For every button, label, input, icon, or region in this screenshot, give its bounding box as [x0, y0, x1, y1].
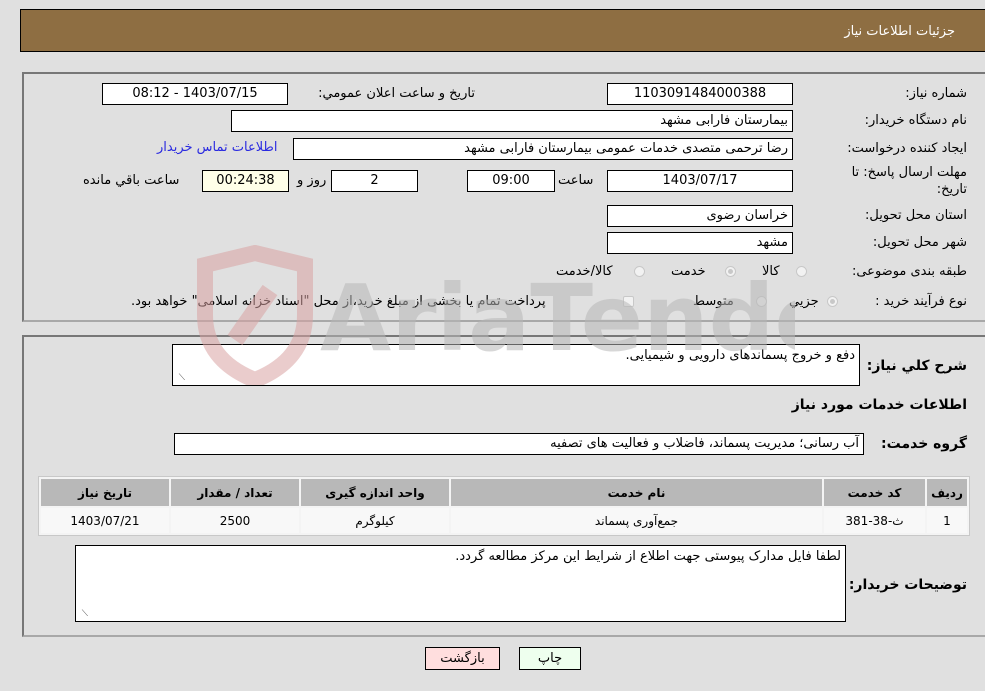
process-radio-minor[interactable] [827, 296, 838, 307]
cell-quantity: 2500 [171, 508, 299, 533]
remaining-time-field: 00:24:38 [202, 170, 289, 192]
resize-handle-icon[interactable]: ⟋ [176, 374, 185, 383]
header-quantity: تعداد / مقدار [171, 479, 299, 506]
cell-need-date: 1403/07/21 [41, 508, 169, 533]
process-type-label: نوع فرآيند خريد : [875, 294, 967, 309]
days-label: روز و [297, 173, 327, 188]
header-row-number: رديف [927, 479, 967, 506]
header-service-code: کد خدمت [824, 479, 925, 506]
city-label: شهر محل تحويل: [872, 235, 967, 250]
deadline-time-label: ساعت [558, 173, 594, 188]
cell-service-name: جمع‌آوری پسماند [451, 508, 822, 533]
remaining-time-label: ساعت باقي مانده [83, 173, 180, 188]
services-table: رديف کد خدمت نام خدمت واحد اندازه گيری ت… [38, 476, 970, 536]
resize-handle-icon[interactable]: ⟋ [79, 610, 88, 619]
process-option-minor: جزيي [789, 294, 819, 309]
buyer-org-label: نام دستگاه خريدار: [864, 113, 967, 128]
print-button[interactable]: چاپ [519, 647, 581, 670]
buyer-notes-textarea[interactable]: لطفا فایل مدارک پیوستی جهت اطلاع از شرای… [75, 545, 846, 622]
buyer-contact-link[interactable]: اطلاعات تماس خريدار [157, 140, 277, 155]
buyer-org-field: بیمارستان فارابی مشهد [231, 110, 793, 132]
process-option-medium: متوسط [693, 294, 734, 309]
header-need-date: تاريخ نياز [41, 479, 169, 506]
header-service-name: نام خدمت [451, 479, 822, 506]
page-title: جزئیات اطلاعات نیاز [844, 24, 955, 39]
table-row: 1 ث-38-381 جمع‌آوری پسماند کیلوگرم 2500 … [41, 508, 967, 533]
city-field: مشهد [607, 232, 793, 254]
category-option-service: خدمت [671, 264, 706, 279]
category-radio-goods-service[interactable] [634, 266, 645, 277]
need-number-field: 1103091484000388 [607, 83, 793, 105]
creator-field: رضا ترحمی متصدی خدمات عمومی بیمارستان فا… [293, 138, 793, 160]
description-text: دفع و خروج پسماندهای دارویی و شیمیایی. [625, 348, 856, 363]
buyer-notes-label: توضيحات خريدار: [848, 577, 967, 593]
back-button[interactable]: بازگشت [425, 647, 500, 670]
need-number-label: شماره نیاز: [905, 86, 967, 101]
service-group-field: آب رسانی؛ مدیریت پسماند، فاضلاب و فعالیت… [174, 433, 864, 455]
category-option-goods-service: کالا/خدمت [556, 264, 613, 279]
announce-date-label: تاريخ و ساعت اعلان عمومي: [318, 86, 475, 101]
category-radio-service[interactable] [725, 266, 736, 277]
deadline-label-date: تاريخ: [936, 182, 967, 197]
services-heading: اطلاعات خدمات مورد نياز [791, 397, 967, 413]
province-label: استان محل تحويل: [865, 208, 967, 223]
announce-date-field: 1403/07/15 - 08:12 [102, 83, 288, 105]
treasury-note: پرداخت تمام يا بخشی از مبلغ خريد،از محل … [131, 294, 546, 309]
service-group-label: گروه خدمت: [881, 436, 967, 452]
treasury-checkbox[interactable] [623, 296, 634, 307]
creator-label: ايجاد کننده درخواست: [847, 141, 967, 156]
cell-row-number: 1 [927, 508, 967, 533]
process-radio-medium[interactable] [756, 296, 767, 307]
category-option-goods: کالا [762, 264, 780, 279]
category-label: طبقه بندی موضوعی: [851, 264, 967, 279]
category-radio-goods[interactable] [796, 266, 807, 277]
page-header: جزئیات اطلاعات نیاز [20, 9, 985, 52]
table-header-row: رديف کد خدمت نام خدمت واحد اندازه گيری ت… [41, 479, 967, 506]
description-textarea[interactable]: دفع و خروج پسماندهای دارویی و شیمیایی. ⟋ [172, 344, 860, 386]
deadline-date-field: 1403/07/17 [607, 170, 793, 192]
buyer-notes-text: لطفا فایل مدارک پیوستی جهت اطلاع از شرای… [455, 549, 841, 564]
header-unit: واحد اندازه گيری [301, 479, 449, 506]
description-label: شرح کلي نياز: [866, 358, 967, 374]
days-remaining-field: 2 [331, 170, 418, 192]
deadline-time-field: 09:00 [467, 170, 555, 192]
province-field: خراسان رضوی [607, 205, 793, 227]
cell-unit: کیلوگرم [301, 508, 449, 533]
cell-service-code: ث-38-381 [824, 508, 925, 533]
deadline-label: مهلت ارسال پاسخ: تا [851, 165, 967, 180]
